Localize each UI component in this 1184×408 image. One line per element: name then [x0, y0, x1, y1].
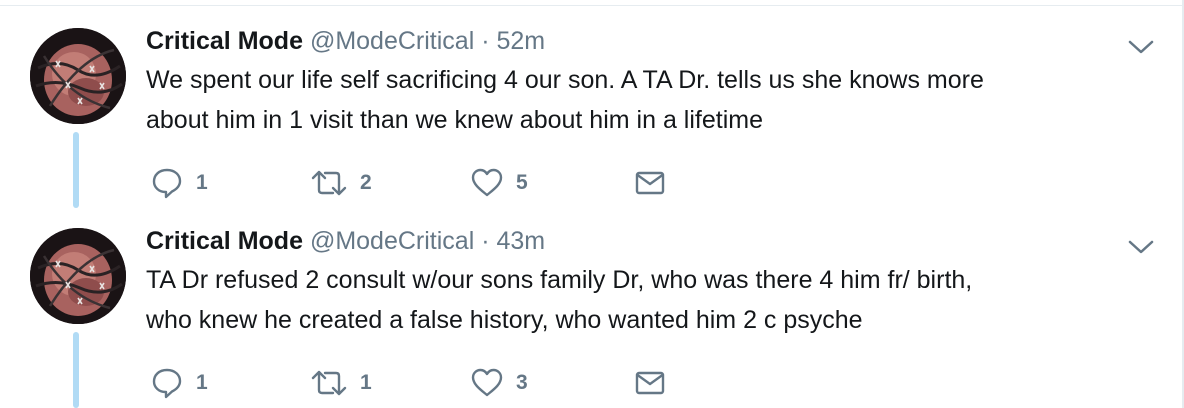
- reply-icon: [152, 368, 182, 399]
- tweet-header: Critical Mode @ModeCritical · 52m: [146, 26, 545, 56]
- direct-message-button[interactable]: [634, 166, 666, 200]
- thread-line: [73, 132, 79, 208]
- direct-message-button[interactable]: [634, 366, 666, 400]
- author-handle[interactable]: @ModeCritical: [310, 227, 474, 255]
- timestamp[interactable]: 52m: [496, 27, 545, 55]
- tweet-text: TA Dr refused 2 consult w/our sons famil…: [146, 266, 973, 334]
- retweet-count: 1: [360, 371, 372, 394]
- avatar-image: [30, 228, 126, 324]
- avatar[interactable]: [30, 228, 126, 324]
- retweet-button[interactable]: 2: [310, 166, 372, 200]
- timestamp[interactable]: 43m: [496, 227, 545, 255]
- author-handle[interactable]: @ModeCritical: [310, 27, 474, 55]
- tweet-actions: 1 1 3: [150, 366, 710, 400]
- retweet-icon: [311, 170, 347, 196]
- reply-count: 1: [196, 171, 208, 194]
- retweet-icon: [311, 370, 347, 396]
- like-button[interactable]: 3: [470, 366, 528, 400]
- like-button[interactable]: 5: [470, 166, 528, 200]
- direct-message-icon: [635, 371, 665, 395]
- chevron-down-icon[interactable]: [1126, 236, 1156, 258]
- reply-button[interactable]: 1: [150, 166, 208, 200]
- retweet-button[interactable]: 1: [310, 366, 372, 400]
- tweet-actions: 1 2 5: [150, 166, 710, 200]
- thread-line: [73, 332, 79, 408]
- tweet-header: Critical Mode @ModeCritical · 43m: [146, 226, 545, 256]
- separator: ·: [481, 227, 490, 255]
- like-count: 5: [516, 171, 528, 194]
- like-icon: [471, 168, 503, 197]
- avatar[interactable]: [30, 28, 126, 124]
- separator: ·: [481, 27, 490, 55]
- direct-message-icon: [635, 171, 665, 195]
- tweet[interactable]: Critical Mode @ModeCritical · 52m We spe…: [0, 0, 1184, 208]
- author-name[interactable]: Critical Mode: [146, 27, 303, 55]
- chevron-down-icon[interactable]: [1126, 36, 1156, 58]
- reply-button[interactable]: 1: [150, 366, 208, 400]
- like-count: 3: [516, 371, 528, 394]
- reply-icon: [152, 168, 182, 199]
- like-icon: [471, 368, 503, 397]
- tweet-text: We spent our life self sacrificing 4 our…: [146, 66, 984, 134]
- reply-count: 1: [196, 371, 208, 394]
- avatar-image: [30, 28, 126, 124]
- retweet-count: 2: [360, 171, 372, 194]
- tweet[interactable]: Critical Mode @ModeCritical · 43m TA Dr …: [0, 200, 1184, 408]
- author-name[interactable]: Critical Mode: [146, 227, 303, 255]
